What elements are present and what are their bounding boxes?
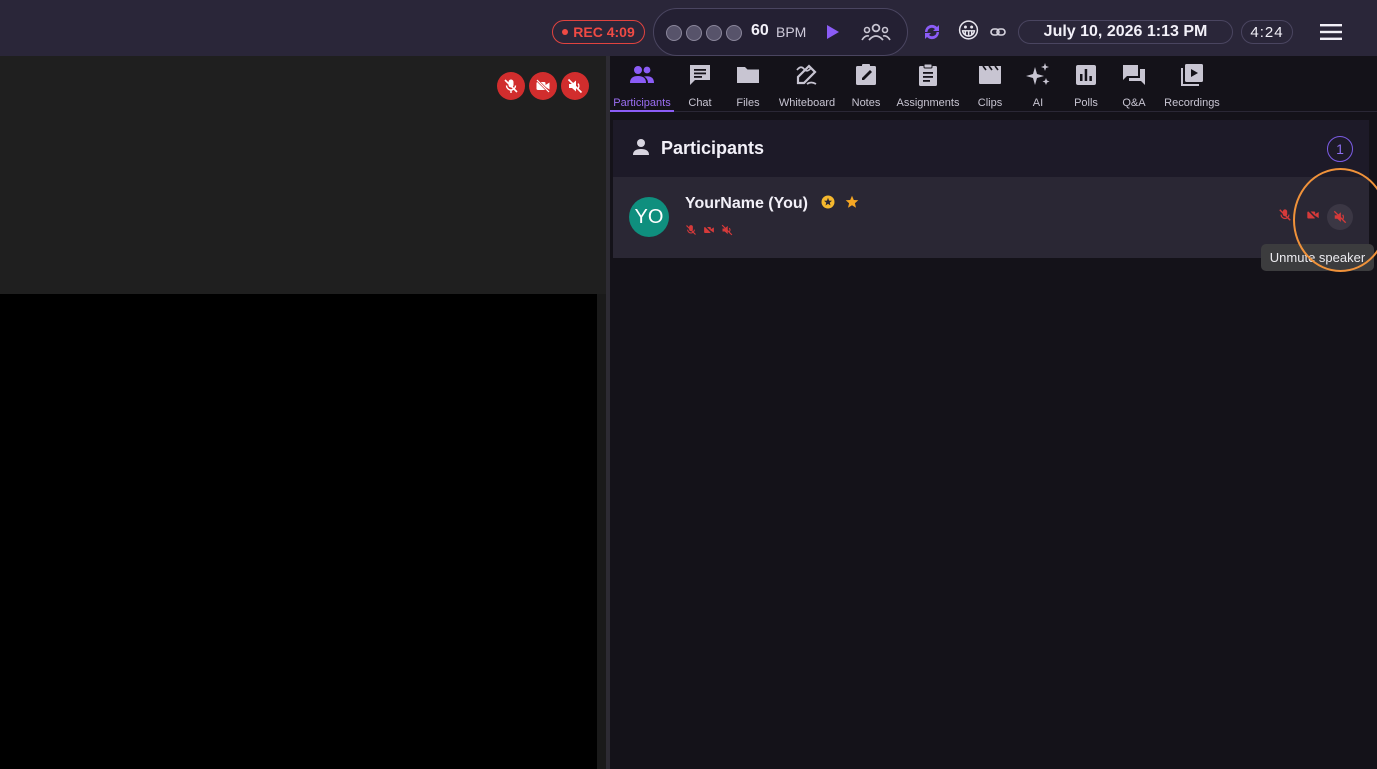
tab-clips[interactable]: Clips xyxy=(974,60,1006,112)
avatar: YO xyxy=(629,197,669,237)
tab-polls[interactable]: Polls xyxy=(1072,60,1100,112)
date-time-display: July 10, 2026 1:13 PM xyxy=(1018,20,1233,44)
participant-name: YourName (You) xyxy=(685,195,808,212)
emoji-reaction-icon[interactable]: 😀 xyxy=(957,17,980,45)
star-icon xyxy=(845,195,859,208)
participants-header: Participants 1 xyxy=(613,120,1369,177)
people-icon xyxy=(630,66,654,83)
session-timer: 4:24 xyxy=(1241,20,1293,44)
video-stage[interactable] xyxy=(0,294,597,769)
video-library-icon xyxy=(1181,64,1203,86)
metronome: 60 BPM xyxy=(653,8,908,56)
camera-off-icon xyxy=(704,225,714,235)
folder-icon xyxy=(737,67,759,83)
tab-label: Files xyxy=(736,97,760,109)
forum-icon xyxy=(1123,65,1145,85)
beat-dot-2[interactable] xyxy=(686,25,702,41)
speaker-off-icon xyxy=(1333,210,1347,224)
bpm-unit: BPM xyxy=(776,24,807,40)
camera-toggle-button[interactable] xyxy=(1306,208,1320,222)
tab-label: Participants xyxy=(613,97,671,109)
video-stage-edge xyxy=(597,294,606,769)
tab-label: Clips xyxy=(977,97,1003,109)
tab-recordings[interactable]: Recordings xyxy=(1162,60,1222,112)
group-icon[interactable] xyxy=(861,22,891,42)
sidebar-tabs: Participants Chat Files Whiteboard Notes xyxy=(610,56,1377,112)
tab-qa[interactable]: Q&A xyxy=(1120,60,1148,112)
participant-count-badge: 1 xyxy=(1327,136,1353,162)
host-badge-icon xyxy=(821,195,835,209)
speaker-off-icon xyxy=(567,78,583,94)
mic-off-icon xyxy=(686,225,696,235)
tab-assignments[interactable]: Assignments xyxy=(894,60,962,112)
clipboard-icon xyxy=(919,63,937,86)
video-speaker-muted-button[interactable] xyxy=(561,72,589,100)
beat-dot-1[interactable] xyxy=(666,25,682,41)
unmute-speaker-button[interactable] xyxy=(1327,204,1353,230)
top-bar: REC 4:09 60 BPM 😀 July 10, 2026 1:13 PM … xyxy=(0,0,1377,56)
tab-chat[interactable]: Chat xyxy=(684,60,716,112)
chat-icon xyxy=(690,65,710,85)
tab-label: Whiteboard xyxy=(778,97,836,109)
video-mic-muted-button[interactable] xyxy=(497,72,525,100)
participants-title: Participants xyxy=(661,138,765,158)
tab-participants[interactable]: Participants xyxy=(610,60,674,112)
panel-resize-handle[interactable] xyxy=(606,56,610,769)
tab-label: AI xyxy=(1032,97,1044,109)
hamburger-menu-icon[interactable] xyxy=(1320,24,1342,40)
tab-label: Assignments xyxy=(896,97,960,109)
poll-icon xyxy=(1076,65,1096,85)
participants-panel: Participants 1 YO YourName (You) xyxy=(613,120,1369,258)
tab-files[interactable]: Files xyxy=(734,60,762,112)
video-camera-off-button[interactable] xyxy=(529,72,557,100)
tab-label: Recordings xyxy=(1164,97,1220,109)
notes-icon xyxy=(856,64,876,85)
record-dot-icon xyxy=(562,29,569,35)
tab-whiteboard[interactable]: Whiteboard xyxy=(776,60,838,112)
participant-row[interactable]: YO YourName (You) xyxy=(613,177,1369,258)
tooltip: Unmute speaker xyxy=(1261,244,1374,271)
bpm-value[interactable]: 60 xyxy=(751,22,769,40)
beat-dot-3[interactable] xyxy=(706,25,722,41)
tab-label: Notes xyxy=(851,97,881,109)
beat-dot-4[interactable] xyxy=(726,25,742,41)
sparkle-icon xyxy=(1026,63,1050,85)
clapper-icon xyxy=(979,65,1001,84)
person-icon xyxy=(633,139,649,155)
link-icon[interactable] xyxy=(990,24,1006,40)
tab-ai[interactable]: AI xyxy=(1024,60,1052,112)
recording-time: REC 4:09 xyxy=(573,24,635,40)
play-icon[interactable] xyxy=(826,24,840,40)
mute-mic-button[interactable] xyxy=(1278,208,1292,222)
speaker-off-icon xyxy=(721,224,733,236)
tab-label: Q&A xyxy=(1122,97,1146,109)
sync-icon[interactable] xyxy=(920,20,944,44)
tab-label: Polls xyxy=(1074,97,1098,109)
mic-off-icon xyxy=(504,79,518,93)
draw-icon xyxy=(796,64,817,85)
tab-label: Chat xyxy=(688,97,712,109)
tab-notes[interactable]: Notes xyxy=(850,60,882,112)
camera-off-icon xyxy=(536,79,550,93)
recording-indicator[interactable]: REC 4:09 xyxy=(552,20,645,44)
